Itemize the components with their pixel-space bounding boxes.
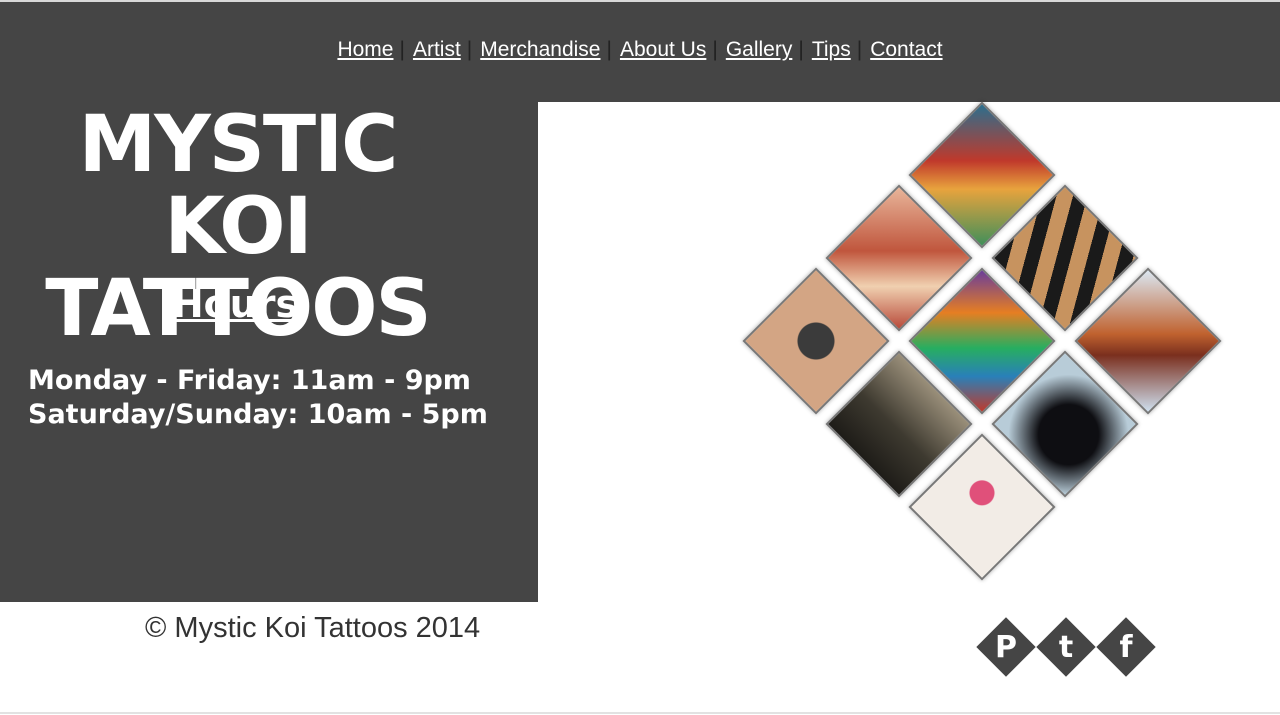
site-header: Home | Artist | Merchandise | About Us | Gallery… xyxy=(0,2,1280,102)
nav-separator: | xyxy=(856,38,863,61)
info-panel: MYSTIC KOI TATTOOS Hours Monday - Friday… xyxy=(0,102,538,602)
hours-heading: Hours xyxy=(171,282,299,326)
nav-separator: | xyxy=(606,38,612,61)
nav-separator: | xyxy=(798,38,804,61)
nav-separator: | xyxy=(399,38,405,61)
hours-weekday: Monday - Friday: 11am - 9pm xyxy=(28,365,471,396)
nav-link-home[interactable]: Home xyxy=(337,38,393,61)
tattoo-gallery xyxy=(740,101,1225,600)
facebook-link[interactable]: f xyxy=(1096,617,1156,677)
nav-link-tips[interactable]: Tips xyxy=(812,38,851,61)
nav-separator: | xyxy=(712,38,718,61)
twitter-link[interactable]: t xyxy=(1036,617,1096,677)
main-nav: Home | Artist | Merchandise | About Us | Gallery… xyxy=(0,36,1280,64)
social-links: P t f xyxy=(976,617,1157,678)
nav-link-contact[interactable]: Contact xyxy=(870,38,942,61)
nav-link-gallery[interactable]: Gallery xyxy=(726,38,793,61)
twitter-icon: t xyxy=(1058,629,1074,665)
nav-link-merchandise[interactable]: Merchandise xyxy=(480,38,600,61)
copyright-text: © Mystic Koi Tattoos 2014 xyxy=(145,612,481,644)
pinterest-link[interactable]: P xyxy=(976,617,1036,677)
pinterest-icon: P xyxy=(995,629,1017,665)
nav-link-about-us[interactable]: About Us xyxy=(620,38,706,61)
nav-link-artist[interactable]: Artist xyxy=(413,38,461,61)
logo-line-1: MYSTIC KOI xyxy=(78,100,399,272)
hours-list: Monday - Friday: 11am - 9pm Saturday/Sun… xyxy=(28,364,488,432)
bottom-border xyxy=(0,712,1280,714)
hours-weekend: Saturday/Sunday: 10am - 5pm xyxy=(28,399,488,430)
facebook-icon: f xyxy=(1119,629,1133,665)
nav-separator: | xyxy=(466,38,473,61)
